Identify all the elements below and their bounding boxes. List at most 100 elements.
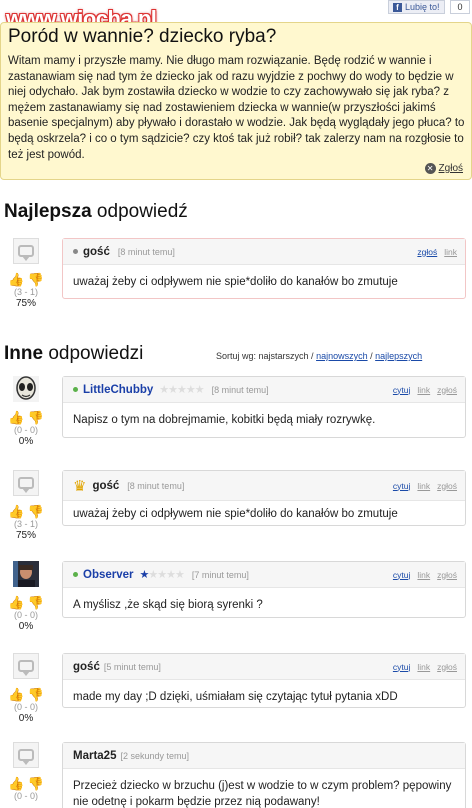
facebook-icon: f xyxy=(393,2,402,12)
star-icon: ★ xyxy=(166,568,176,581)
best-heading-rest: odpowiedź xyxy=(91,201,188,222)
answer-author: gość xyxy=(83,245,110,258)
question-report-label: Zgłoś xyxy=(438,163,463,174)
vote-score: (3 - 1) xyxy=(13,287,38,297)
question-body: Witam mamy i przyszłe mamy. Nie długo ma… xyxy=(8,55,465,161)
sort-best-link[interactable]: najlepszych xyxy=(375,351,422,361)
thumb-up-icon[interactable]: 👍 xyxy=(8,411,24,424)
rating-stars: ★★★★★ xyxy=(159,383,205,396)
thumb-up-icon[interactable]: 👍 xyxy=(8,777,24,790)
thumb-down-icon[interactable]: 👎 xyxy=(28,505,44,518)
report-link[interactable]: zgłoś xyxy=(417,247,437,257)
answer-time: [8 minut temu] xyxy=(117,246,175,257)
answer-bubble: LittleChubby ★★★★★ [8 minut temu] cytuj … xyxy=(62,376,466,438)
vote-column: 👍 👎 (3 - 1) 75% xyxy=(4,238,48,309)
permalink[interactable]: link xyxy=(417,481,430,491)
answer-bubble: Marta25 [2 sekundy temu] Przecież dzieck… xyxy=(62,742,466,808)
sort-newest-link[interactable]: najnowszych xyxy=(316,351,368,361)
answer-header: Observer ★★★★★ [7 minut temu] cytuj link… xyxy=(63,562,465,588)
report-link[interactable]: zgłoś xyxy=(437,481,457,491)
avatar xyxy=(13,238,39,264)
others-heading-bold: Inne xyxy=(4,343,44,364)
answer-time: [8 minut temu] xyxy=(127,480,185,491)
vote-percent: 0% xyxy=(18,713,34,724)
answer-author: gość xyxy=(92,479,120,492)
answer-time: [2 sekundy temu] xyxy=(120,750,190,761)
answer-bubble: Observer ★★★★★ [7 minut temu] cytuj link… xyxy=(62,561,466,618)
quote-link[interactable]: cytuj xyxy=(393,385,410,395)
avatar xyxy=(13,742,39,768)
answer-text: Napisz o tym na dobrejmamie, kobitki będ… xyxy=(73,414,376,426)
thumb-up-icon[interactable]: 👍 xyxy=(8,596,24,609)
answer-author[interactable]: Observer xyxy=(83,569,134,581)
other-answers-heading: Inne odpowiedzi xyxy=(4,343,143,365)
vote-percent: 75% xyxy=(15,298,36,309)
vote-column: 👍 👎 (0 - 0) 0% xyxy=(4,653,48,724)
alien-avatar-icon xyxy=(16,376,36,400)
permalink[interactable]: link xyxy=(417,570,430,580)
thumb-down-icon[interactable]: 👎 xyxy=(28,596,44,609)
status-dot xyxy=(73,249,78,254)
sort-controls: Sortuj wg: najstarszych / najnowszych / … xyxy=(216,351,422,361)
rating-stars: ★★★★★ xyxy=(140,568,185,581)
answer-text: made my day ;D dzięki, uśmiałam się czyt… xyxy=(73,691,398,703)
star-icon: ★ xyxy=(194,383,205,396)
thumb-up-icon[interactable]: 👍 xyxy=(8,505,24,518)
star-icon: ★ xyxy=(175,568,185,581)
report-link[interactable]: zgłoś xyxy=(437,662,457,672)
thumb-down-icon[interactable]: 👎 xyxy=(28,273,44,286)
question-title: Poród w wannie? dziecko ryba? xyxy=(8,26,277,47)
thumb-down-icon[interactable]: 👎 xyxy=(28,411,44,424)
vote-score: (0 - 0) xyxy=(13,425,38,435)
report-link[interactable]: zgłoś xyxy=(437,385,457,395)
speech-bubble-icon xyxy=(18,660,34,676)
vote-column: 👍 👎 (0 - 0) 0% xyxy=(4,561,48,632)
answer-header: ♛ gość [8 minut temu] cytuj link zgłoś xyxy=(63,471,465,501)
answer-time: [7 minut temu] xyxy=(191,569,249,580)
vote-percent: 0% xyxy=(18,621,34,632)
star-icon: ★ xyxy=(148,568,158,581)
close-icon: ✕ xyxy=(424,163,436,174)
quote-link[interactable]: cytuj xyxy=(393,481,410,491)
thumb-down-icon[interactable]: 👎 xyxy=(28,777,44,790)
thumb-up-icon[interactable]: 👍 xyxy=(8,273,24,286)
vote-score: (0 - 0) xyxy=(13,791,38,801)
avatar xyxy=(13,376,39,402)
answer-text: A myślisz ,że skąd się biorą syrenki ? xyxy=(73,599,263,611)
speech-bubble-icon xyxy=(18,477,34,493)
answer-text: Przecież dziecko w brzuchu (j)est w wodz… xyxy=(73,780,452,808)
facebook-like-button[interactable]: f Lubię to! xyxy=(388,0,445,14)
online-status-dot xyxy=(73,572,78,577)
answer-bubble: gość [5 minut temu] cytuj link zgłoś mad… xyxy=(62,653,466,708)
online-status-dot xyxy=(73,387,78,392)
facebook-like-label: Lubię to! xyxy=(405,2,440,12)
vote-score: (3 - 1) xyxy=(13,519,38,529)
vote-score: (0 - 0) xyxy=(13,702,38,712)
vote-percent: 0% xyxy=(18,436,34,447)
permalink[interactable]: link xyxy=(417,662,430,672)
permalink[interactable]: link xyxy=(444,247,457,257)
answer-header: Marta25 [2 sekundy temu] xyxy=(63,743,465,769)
quote-link[interactable]: cytuj xyxy=(393,662,410,672)
thumb-up-icon[interactable]: 👍 xyxy=(8,688,24,701)
best-answer-heading: Najlepsza odpowiedź xyxy=(4,201,188,223)
avatar xyxy=(13,470,39,496)
report-link[interactable]: zgłoś xyxy=(437,570,457,580)
answer-header: gość [5 minut temu] cytuj link zgłoś xyxy=(63,654,465,680)
others-heading-rest: odpowiedzi xyxy=(43,343,144,364)
question-report-link[interactable]: ✕ Zgłoś xyxy=(424,163,463,174)
answer-time: [5 minut temu] xyxy=(103,661,161,672)
answer-text: uważaj żeby ci odpływem nie spie*doliło … xyxy=(73,276,398,288)
vote-percent: 75% xyxy=(15,530,36,541)
answer-text: uważaj żeby ci odpływem nie spie*doliło … xyxy=(73,508,398,520)
permalink[interactable]: link xyxy=(417,385,430,395)
star-icon: ★ xyxy=(159,383,169,396)
thumb-down-icon[interactable]: 👎 xyxy=(28,688,44,701)
speech-bubble-icon xyxy=(18,245,34,261)
answer-author[interactable]: LittleChubby xyxy=(83,384,153,396)
vote-column: 👍 👎 (0 - 0) 0% xyxy=(4,376,48,447)
quote-link[interactable]: cytuj xyxy=(393,570,410,580)
best-heading-bold: Najlepsza xyxy=(4,201,92,222)
facebook-like-count: 0 xyxy=(450,0,470,14)
answer-time: [8 minut temu] xyxy=(211,384,269,395)
